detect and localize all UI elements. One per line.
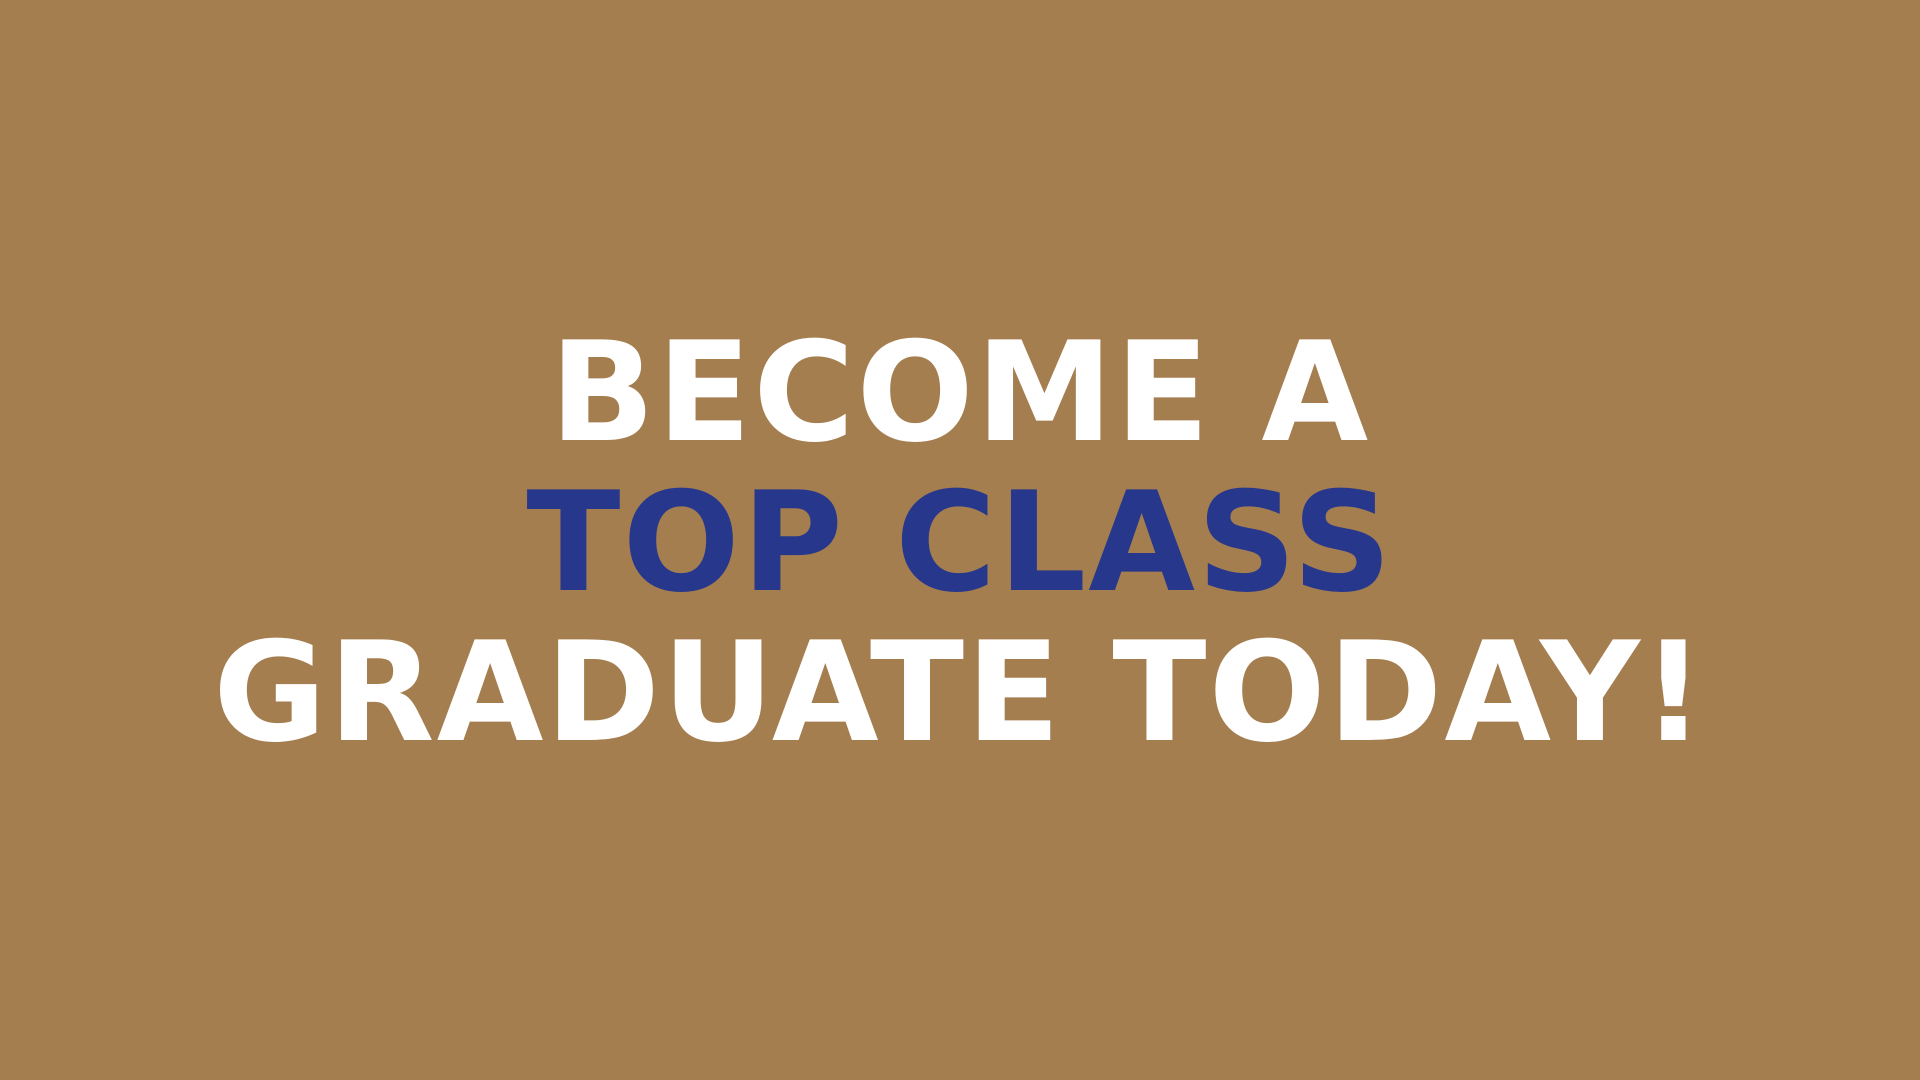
headline-line-graduate-today: GRADUATE TODAY! bbox=[213, 612, 1707, 773]
banner: BECOME A TOP CLASS GRADUATE TODAY! bbox=[0, 0, 1920, 1080]
headline: BECOME A TOP CLASS GRADUATE TODAY! bbox=[0, 318, 1920, 768]
headline-line-become-a: BECOME A bbox=[549, 312, 1371, 473]
headline-line-top-class: TOP CLASS bbox=[526, 462, 1394, 623]
